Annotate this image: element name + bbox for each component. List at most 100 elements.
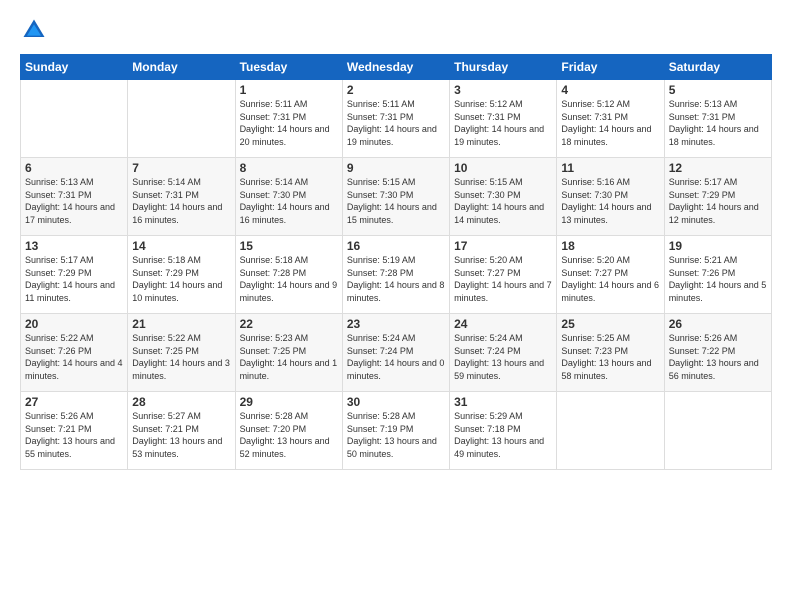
day-number: 8: [240, 161, 338, 175]
day-info: Sunrise: 5:27 AM Sunset: 7:21 PM Dayligh…: [132, 410, 230, 460]
day-number: 14: [132, 239, 230, 253]
calendar-week-row: 27Sunrise: 5:26 AM Sunset: 7:21 PM Dayli…: [21, 392, 772, 470]
page-header: [20, 16, 772, 44]
weekday-header: Wednesday: [342, 55, 449, 80]
day-number: 10: [454, 161, 552, 175]
day-info: Sunrise: 5:29 AM Sunset: 7:18 PM Dayligh…: [454, 410, 552, 460]
calendar-day-cell: 9Sunrise: 5:15 AM Sunset: 7:30 PM Daylig…: [342, 158, 449, 236]
day-info: Sunrise: 5:14 AM Sunset: 7:31 PM Dayligh…: [132, 176, 230, 226]
day-info: Sunrise: 5:11 AM Sunset: 7:31 PM Dayligh…: [240, 98, 338, 148]
day-info: Sunrise: 5:28 AM Sunset: 7:19 PM Dayligh…: [347, 410, 445, 460]
day-number: 15: [240, 239, 338, 253]
day-info: Sunrise: 5:20 AM Sunset: 7:27 PM Dayligh…: [561, 254, 659, 304]
calendar-day-cell: 1Sunrise: 5:11 AM Sunset: 7:31 PM Daylig…: [235, 80, 342, 158]
day-number: 19: [669, 239, 767, 253]
calendar-day-cell: 17Sunrise: 5:20 AM Sunset: 7:27 PM Dayli…: [450, 236, 557, 314]
day-number: 13: [25, 239, 123, 253]
calendar-week-row: 6Sunrise: 5:13 AM Sunset: 7:31 PM Daylig…: [21, 158, 772, 236]
calendar-day-cell: 5Sunrise: 5:13 AM Sunset: 7:31 PM Daylig…: [664, 80, 771, 158]
calendar-page: SundayMondayTuesdayWednesdayThursdayFrid…: [0, 0, 792, 612]
day-number: 1: [240, 83, 338, 97]
day-info: Sunrise: 5:14 AM Sunset: 7:30 PM Dayligh…: [240, 176, 338, 226]
day-number: 31: [454, 395, 552, 409]
day-info: Sunrise: 5:13 AM Sunset: 7:31 PM Dayligh…: [669, 98, 767, 148]
calendar-day-cell: [557, 392, 664, 470]
day-number: 9: [347, 161, 445, 175]
day-number: 20: [25, 317, 123, 331]
calendar-day-cell: 29Sunrise: 5:28 AM Sunset: 7:20 PM Dayli…: [235, 392, 342, 470]
weekday-header: Tuesday: [235, 55, 342, 80]
day-number: 29: [240, 395, 338, 409]
day-info: Sunrise: 5:21 AM Sunset: 7:26 PM Dayligh…: [669, 254, 767, 304]
calendar-day-cell: 27Sunrise: 5:26 AM Sunset: 7:21 PM Dayli…: [21, 392, 128, 470]
calendar-day-cell: 31Sunrise: 5:29 AM Sunset: 7:18 PM Dayli…: [450, 392, 557, 470]
day-number: 4: [561, 83, 659, 97]
day-number: 24: [454, 317, 552, 331]
day-info: Sunrise: 5:23 AM Sunset: 7:25 PM Dayligh…: [240, 332, 338, 382]
day-number: 3: [454, 83, 552, 97]
calendar-day-cell: 2Sunrise: 5:11 AM Sunset: 7:31 PM Daylig…: [342, 80, 449, 158]
calendar-day-cell: 13Sunrise: 5:17 AM Sunset: 7:29 PM Dayli…: [21, 236, 128, 314]
day-info: Sunrise: 5:24 AM Sunset: 7:24 PM Dayligh…: [454, 332, 552, 382]
day-number: 7: [132, 161, 230, 175]
calendar-day-cell: 6Sunrise: 5:13 AM Sunset: 7:31 PM Daylig…: [21, 158, 128, 236]
calendar-week-row: 20Sunrise: 5:22 AM Sunset: 7:26 PM Dayli…: [21, 314, 772, 392]
day-number: 16: [347, 239, 445, 253]
calendar-day-cell: 21Sunrise: 5:22 AM Sunset: 7:25 PM Dayli…: [128, 314, 235, 392]
calendar-day-cell: 26Sunrise: 5:26 AM Sunset: 7:22 PM Dayli…: [664, 314, 771, 392]
calendar-day-cell: [21, 80, 128, 158]
day-number: 27: [25, 395, 123, 409]
day-info: Sunrise: 5:25 AM Sunset: 7:23 PM Dayligh…: [561, 332, 659, 382]
calendar-day-cell: 15Sunrise: 5:18 AM Sunset: 7:28 PM Dayli…: [235, 236, 342, 314]
day-info: Sunrise: 5:18 AM Sunset: 7:29 PM Dayligh…: [132, 254, 230, 304]
calendar-day-cell: 19Sunrise: 5:21 AM Sunset: 7:26 PM Dayli…: [664, 236, 771, 314]
calendar-day-cell: 25Sunrise: 5:25 AM Sunset: 7:23 PM Dayli…: [557, 314, 664, 392]
day-info: Sunrise: 5:19 AM Sunset: 7:28 PM Dayligh…: [347, 254, 445, 304]
day-info: Sunrise: 5:15 AM Sunset: 7:30 PM Dayligh…: [454, 176, 552, 226]
calendar-day-cell: 23Sunrise: 5:24 AM Sunset: 7:24 PM Dayli…: [342, 314, 449, 392]
day-info: Sunrise: 5:15 AM Sunset: 7:30 PM Dayligh…: [347, 176, 445, 226]
day-info: Sunrise: 5:22 AM Sunset: 7:25 PM Dayligh…: [132, 332, 230, 382]
calendar-day-cell: 30Sunrise: 5:28 AM Sunset: 7:19 PM Dayli…: [342, 392, 449, 470]
calendar-day-cell: [128, 80, 235, 158]
calendar-day-cell: 11Sunrise: 5:16 AM Sunset: 7:30 PM Dayli…: [557, 158, 664, 236]
calendar-table: SundayMondayTuesdayWednesdayThursdayFrid…: [20, 54, 772, 470]
day-number: 21: [132, 317, 230, 331]
day-number: 22: [240, 317, 338, 331]
day-info: Sunrise: 5:12 AM Sunset: 7:31 PM Dayligh…: [561, 98, 659, 148]
weekday-header: Friday: [557, 55, 664, 80]
calendar-day-cell: 18Sunrise: 5:20 AM Sunset: 7:27 PM Dayli…: [557, 236, 664, 314]
calendar-day-cell: 28Sunrise: 5:27 AM Sunset: 7:21 PM Dayli…: [128, 392, 235, 470]
day-info: Sunrise: 5:17 AM Sunset: 7:29 PM Dayligh…: [669, 176, 767, 226]
weekday-header: Thursday: [450, 55, 557, 80]
day-number: 26: [669, 317, 767, 331]
day-info: Sunrise: 5:12 AM Sunset: 7:31 PM Dayligh…: [454, 98, 552, 148]
calendar-week-row: 13Sunrise: 5:17 AM Sunset: 7:29 PM Dayli…: [21, 236, 772, 314]
day-info: Sunrise: 5:16 AM Sunset: 7:30 PM Dayligh…: [561, 176, 659, 226]
calendar-day-cell: 4Sunrise: 5:12 AM Sunset: 7:31 PM Daylig…: [557, 80, 664, 158]
day-number: 5: [669, 83, 767, 97]
calendar-day-cell: 10Sunrise: 5:15 AM Sunset: 7:30 PM Dayli…: [450, 158, 557, 236]
day-number: 17: [454, 239, 552, 253]
logo-icon: [20, 16, 48, 44]
calendar-day-cell: 14Sunrise: 5:18 AM Sunset: 7:29 PM Dayli…: [128, 236, 235, 314]
day-number: 23: [347, 317, 445, 331]
logo: [20, 16, 52, 44]
weekday-header-row: SundayMondayTuesdayWednesdayThursdayFrid…: [21, 55, 772, 80]
day-number: 6: [25, 161, 123, 175]
day-info: Sunrise: 5:17 AM Sunset: 7:29 PM Dayligh…: [25, 254, 123, 304]
weekday-header: Monday: [128, 55, 235, 80]
day-info: Sunrise: 5:28 AM Sunset: 7:20 PM Dayligh…: [240, 410, 338, 460]
calendar-week-row: 1Sunrise: 5:11 AM Sunset: 7:31 PM Daylig…: [21, 80, 772, 158]
day-info: Sunrise: 5:24 AM Sunset: 7:24 PM Dayligh…: [347, 332, 445, 382]
day-info: Sunrise: 5:18 AM Sunset: 7:28 PM Dayligh…: [240, 254, 338, 304]
calendar-day-cell: 7Sunrise: 5:14 AM Sunset: 7:31 PM Daylig…: [128, 158, 235, 236]
day-info: Sunrise: 5:26 AM Sunset: 7:22 PM Dayligh…: [669, 332, 767, 382]
weekday-header: Sunday: [21, 55, 128, 80]
calendar-day-cell: 24Sunrise: 5:24 AM Sunset: 7:24 PM Dayli…: [450, 314, 557, 392]
day-number: 30: [347, 395, 445, 409]
day-info: Sunrise: 5:22 AM Sunset: 7:26 PM Dayligh…: [25, 332, 123, 382]
day-number: 12: [669, 161, 767, 175]
day-info: Sunrise: 5:26 AM Sunset: 7:21 PM Dayligh…: [25, 410, 123, 460]
calendar-day-cell: [664, 392, 771, 470]
